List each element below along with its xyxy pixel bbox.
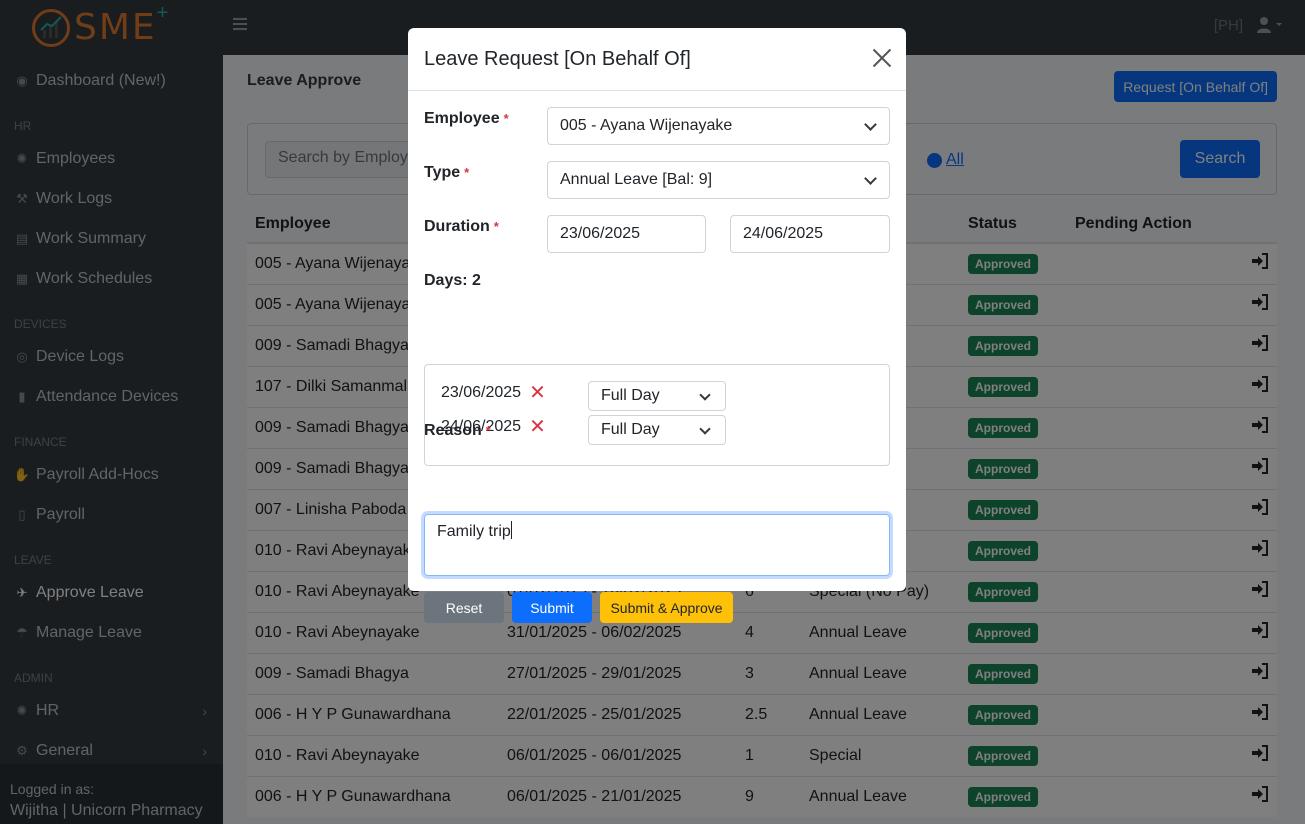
day-breakdown-box: 23/06/2025 ✕ Full Day 24/06/2025 ✕ Full …	[424, 364, 890, 466]
close-icon[interactable]	[872, 48, 892, 68]
remove-day-icon[interactable]: ✕	[529, 417, 546, 437]
chevron-down-icon	[699, 423, 711, 435]
leave-type-select[interactable]: Annual Leave [Bal: 9]	[547, 161, 890, 199]
day-portion-value: Full Day	[601, 421, 660, 438]
leave-request-modal: Leave Request [On Behalf Of] Employee * 0…	[408, 28, 906, 623]
chevron-down-icon	[864, 172, 877, 185]
day-entry: 23/06/2025 ✕	[441, 383, 546, 403]
submit-button[interactable]: Submit	[512, 592, 592, 623]
day-portion-value: Full Day	[601, 387, 660, 404]
duration-to-input[interactable]: 24/06/2025	[730, 215, 890, 253]
day-portion-select[interactable]: Full Day	[588, 381, 726, 411]
reset-button[interactable]: Reset	[424, 592, 504, 623]
duration-label: Duration *	[424, 218, 499, 236]
reason-textarea[interactable]: Family trip	[424, 514, 890, 576]
employee-select[interactable]: 005 - Ayana Wijenayake	[547, 107, 890, 145]
days-count-label: Days: 2	[424, 272, 481, 289]
employee-label: Employee *	[424, 110, 509, 128]
duration-label-text: Duration	[424, 218, 490, 235]
employee-select-value: 005 - Ayana Wijenayake	[560, 117, 733, 134]
required-mark: *	[493, 219, 499, 234]
employee-label-text: Employee	[424, 110, 500, 127]
reason-label-text: Reason	[424, 422, 482, 439]
chevron-down-icon	[699, 389, 711, 401]
modal-title: Leave Request [On Behalf Of]	[424, 47, 691, 70]
day-entry-date: 23/06/2025	[441, 384, 522, 401]
text-cursor	[510, 521, 512, 539]
required-mark: *	[485, 423, 491, 438]
submit-approve-button[interactable]: Submit & Approve	[600, 592, 733, 623]
leave-type-value: Annual Leave [Bal: 9]	[560, 171, 713, 188]
type-label-text: Type	[424, 164, 461, 181]
modal-header: Leave Request [On Behalf Of]	[408, 28, 906, 91]
type-label: Type *	[424, 164, 469, 182]
remove-day-icon[interactable]: ✕	[529, 383, 546, 403]
reason-label: Reason *	[424, 422, 491, 440]
reason-text: Family trip	[437, 523, 511, 540]
chevron-down-icon	[864, 118, 877, 131]
required-mark: *	[464, 165, 470, 180]
duration-from-input[interactable]: 23/06/2025	[547, 215, 706, 253]
day-portion-select[interactable]: Full Day	[588, 415, 726, 445]
required-mark: *	[503, 111, 509, 126]
